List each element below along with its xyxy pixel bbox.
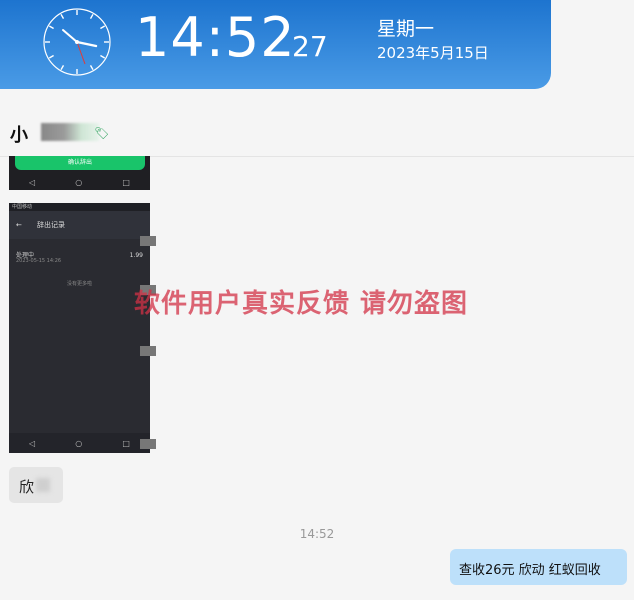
chat-header: 小 🏷 — [0, 89, 634, 157]
back-arrow-icon: ← — [16, 221, 22, 229]
home-circle-icon: ○ — [75, 438, 83, 448]
phone-status-bar: 中国移动 — [9, 203, 150, 211]
phone-navbar: ◁ ○ □ — [9, 174, 150, 190]
back-triangle-icon: ◁ — [29, 177, 36, 187]
message-timestamp: 14:52 — [299, 527, 335, 541]
contact-name-redacted — [41, 123, 99, 141]
contact-tag-icon: 🏷 — [94, 126, 110, 140]
phone-navbar: ◁ ○ □ — [9, 433, 150, 453]
image-message-top[interactable]: 确认辞出 ◁ ○ □ — [9, 156, 150, 190]
redaction-blur — [36, 478, 50, 492]
incoming-message-bubble[interactable]: 欣 — [9, 467, 63, 503]
confirm-withdraw-button: 确认辞出 — [15, 156, 145, 170]
image-message-screenshot[interactable]: 中国移动 ← 辞出记录 处理中 2023-05-15 14:26 1.99 没有… — [9, 203, 150, 453]
weekday-label: 星期一 — [377, 18, 435, 40]
empty-hint: 没有更多啦 — [66, 281, 92, 287]
digital-seconds: 27 — [292, 30, 328, 63]
digital-time: 14:52 — [135, 6, 296, 69]
recents-square-icon: □ — [122, 177, 130, 187]
incoming-message-text: 欣 — [19, 478, 35, 496]
redaction-mark — [140, 439, 156, 449]
date-label: 2023年5月15日 — [377, 44, 489, 62]
contact-name[interactable]: 小 — [10, 121, 28, 147]
recents-square-icon: □ — [122, 438, 130, 448]
chat-window: 小 🏷 确认辞出 ◁ ○ □ 中国移动 ← 辞出记录 处理中 2023-05-1… — [0, 89, 634, 600]
back-triangle-icon: ◁ — [29, 438, 36, 448]
record-amount: 1.99 — [129, 252, 143, 259]
phone-page-title: 辞出记录 — [37, 221, 65, 229]
watermark-text: 软件用户真实反馈 请勿盗图 — [134, 289, 469, 319]
outgoing-message-bubble[interactable]: 查收26元 欣动 红蚁回收 — [450, 549, 627, 585]
analog-clock-icon — [43, 8, 111, 76]
outgoing-message-text: 查收26元 欣动 红蚁回收 — [459, 563, 601, 578]
record-date: 2023-05-15 14:26 — [16, 258, 62, 264]
redaction-mark — [140, 236, 156, 246]
redaction-mark — [140, 346, 156, 356]
clock-banner: 14:52 27 星期一 2023年5月15日 — [0, 0, 551, 89]
phone-title-bar: ← 辞出记录 — [9, 211, 150, 239]
home-circle-icon: ○ — [75, 177, 83, 187]
